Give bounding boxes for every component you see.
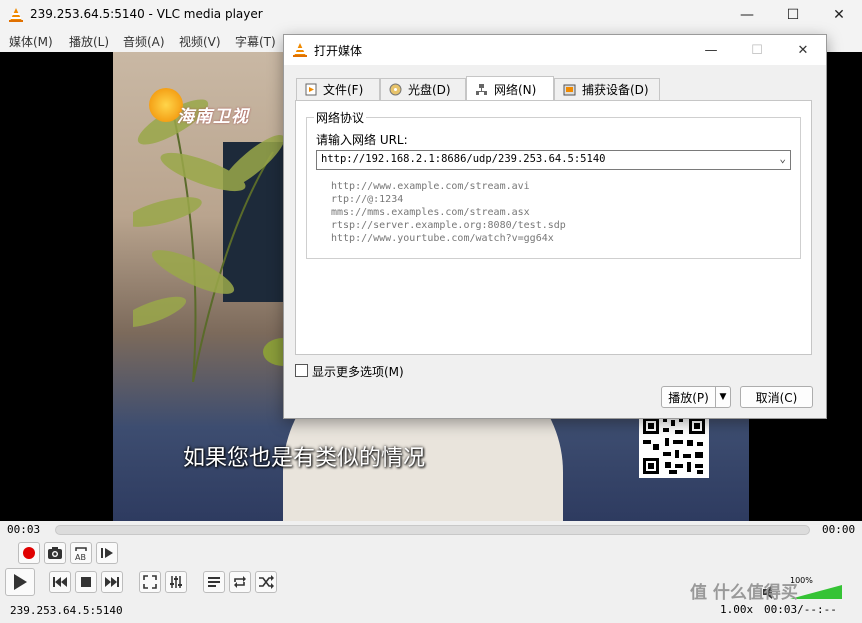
stop-icon xyxy=(81,577,91,587)
fullscreen-button[interactable] xyxy=(139,571,161,593)
close-button[interactable]: ✕ xyxy=(816,0,862,30)
open-media-dialog: 打开媒体 — ☐ ✕ 文件(F) 光盘(D) 网络(N) 捕获设备(D) 网络协… xyxy=(283,34,827,419)
menu-video[interactable]: 视频(V) xyxy=(179,33,221,50)
playlist-button[interactable] xyxy=(203,571,225,593)
play-button[interactable] xyxy=(5,568,35,596)
ab-loop-icon: AB xyxy=(75,547,87,561)
network-icon xyxy=(476,83,487,95)
tab-file[interactable]: 文件(F) xyxy=(296,78,380,100)
play-icon xyxy=(14,574,27,590)
frame-step-button[interactable] xyxy=(96,542,118,564)
next-button[interactable] xyxy=(101,571,123,593)
frame-step-icon xyxy=(101,548,113,558)
tab-label: 文件(F) xyxy=(323,83,364,97)
more-options-checkbox[interactable] xyxy=(295,364,308,377)
dropdown-arrow-icon[interactable]: ▼ xyxy=(715,387,730,407)
url-example: mms://mms.examples.com/stream.asx xyxy=(331,207,530,218)
seek-slider[interactable] xyxy=(55,525,810,535)
skip-next-icon xyxy=(105,577,119,587)
cancel-button[interactable]: 取消(C) xyxy=(740,386,813,408)
snapshot-button[interactable] xyxy=(44,542,66,564)
url-example: rtp://@:1234 xyxy=(331,194,404,205)
url-example: http://www.example.com/stream.avi xyxy=(331,181,530,192)
status-time[interactable]: 00:03/--:-- xyxy=(764,603,837,616)
skip-previous-icon xyxy=(53,577,67,587)
playlist-icon xyxy=(208,577,220,587)
video-subtitle: 如果您也是有类似的情况 xyxy=(183,446,426,471)
elapsed-time: 00:03 xyxy=(7,523,41,536)
url-example: http://www.yourtube.com/watch?v=gg64x xyxy=(331,233,554,244)
loop-icon xyxy=(234,576,246,588)
shuffle-icon xyxy=(259,575,274,589)
stop-button[interactable] xyxy=(75,571,97,593)
url-label: 请输入网络 URL: xyxy=(316,133,408,147)
vlc-cone-icon xyxy=(9,8,23,22)
channel-logo-text: 海南卫视 xyxy=(177,107,249,127)
chevron-down-icon[interactable]: ⌄ xyxy=(779,152,786,165)
maximize-button[interactable]: ☐ xyxy=(770,0,816,30)
tab-network[interactable]: 网络(N) xyxy=(466,76,554,101)
loop-button[interactable] xyxy=(229,571,251,593)
qr-code-icon xyxy=(639,414,709,478)
status-source: 239.253.64.5:5140 xyxy=(10,604,123,617)
svg-text:AB: AB xyxy=(75,553,86,561)
ab-loop-button[interactable]: AB xyxy=(70,542,92,564)
fullscreen-icon xyxy=(143,575,157,589)
watermark-text: 值 什么值得买 xyxy=(690,583,798,603)
window-title: 239.253.64.5:5140 - VLC media player xyxy=(30,7,263,21)
tab-label: 网络(N) xyxy=(494,82,537,97)
dialog-close-button[interactable]: ✕ xyxy=(780,35,826,65)
menu-subtitle[interactable]: 字幕(T) xyxy=(235,33,276,50)
menu-playback[interactable]: 播放(L) xyxy=(69,33,109,50)
network-tab-panel: 网络协议 请输入网络 URL: http://192.168.2.1:8686/… xyxy=(295,100,812,355)
dialog-title: 打开媒体 xyxy=(314,44,363,58)
dialog-maximize-button: ☐ xyxy=(751,42,763,58)
dialog-minimize-button[interactable]: — xyxy=(688,35,734,65)
capture-device-icon xyxy=(563,84,576,95)
menu-audio[interactable]: 音频(A) xyxy=(123,33,165,50)
more-options-label[interactable]: 显示更多选项(M) xyxy=(312,363,404,380)
disc-icon xyxy=(389,83,402,96)
tab-label: 捕获设备(D) xyxy=(582,83,649,97)
total-time: 00:00 xyxy=(822,523,856,536)
tab-disc[interactable]: 光盘(D) xyxy=(380,78,466,100)
url-example: rtsp://server.example.org:8080/test.sdp xyxy=(331,220,566,231)
file-icon xyxy=(305,83,317,96)
url-value: http://192.168.2.1:8686/udp/239.253.64.5… xyxy=(321,153,606,165)
play-label: 播放(P) xyxy=(668,390,709,405)
playback-speed[interactable]: 1.00x xyxy=(720,603,753,616)
dialog-title-bar: 打开媒体 — ☐ ✕ xyxy=(284,35,826,65)
record-icon xyxy=(23,547,35,559)
tab-label: 光盘(D) xyxy=(408,83,451,97)
equalizer-icon xyxy=(170,576,182,588)
menu-media[interactable]: 媒体(M) xyxy=(9,33,53,50)
previous-button[interactable] xyxy=(49,571,71,593)
record-button[interactable] xyxy=(18,542,40,564)
minimize-button[interactable]: — xyxy=(724,0,770,30)
extended-settings-button[interactable] xyxy=(165,571,187,593)
shuffle-button[interactable] xyxy=(255,571,277,593)
camera-icon xyxy=(48,547,62,559)
vlc-cone-icon xyxy=(293,43,307,57)
network-url-input[interactable]: http://192.168.2.1:8686/udp/239.253.64.5… xyxy=(316,150,791,170)
play-dropdown-button[interactable]: 播放(P) ▼ xyxy=(661,386,731,408)
tab-capture-device[interactable]: 捕获设备(D) xyxy=(554,78,660,100)
title-bar: 239.253.64.5:5140 - VLC media player — ☐… xyxy=(0,0,862,30)
group-label: 网络协议 xyxy=(314,109,367,126)
